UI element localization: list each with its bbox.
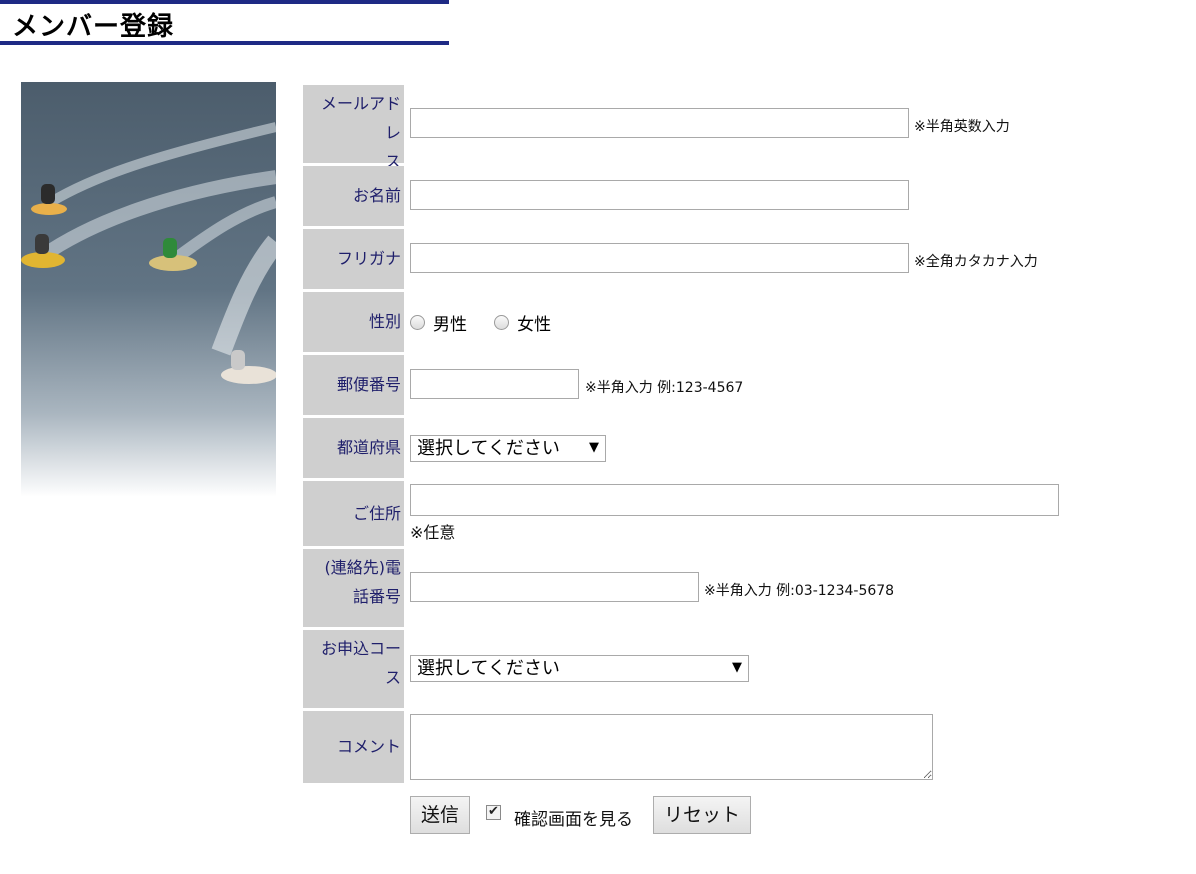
email-label: メールアドレ ス <box>303 85 404 171</box>
course-label-line1: お申込コー <box>320 639 401 658</box>
reset-button[interactable]: リセット <box>653 796 752 834</box>
page-title: メンバー登録 <box>12 12 175 42</box>
address-label: ご住所 <box>303 481 404 546</box>
check-icon: ✔ <box>488 804 499 819</box>
gender-female-radio[interactable] <box>494 315 510 330</box>
address-note: ※任意 <box>410 523 456 542</box>
postal-input[interactable] <box>410 369 579 399</box>
phone-note: ※半角入力 例:03-1234-5678 <box>704 583 895 599</box>
postal-note: ※半角入力 例:123-4567 <box>585 380 744 396</box>
comment-label: コメント <box>303 711 404 783</box>
prefecture-selected: 選択してください <box>417 438 560 459</box>
boat-race-photo <box>21 82 276 497</box>
course-label: お申込コー ス <box>303 630 404 708</box>
email-input[interactable] <box>410 108 909 138</box>
email-note: ※半角英数入力 <box>914 119 1010 135</box>
name-label: お名前 <box>303 166 404 226</box>
chevron-down-icon: ▼ <box>589 440 599 455</box>
course-label-line2: ス <box>384 668 401 687</box>
gender-label: 性別 <box>303 292 404 352</box>
gender-male-radio[interactable] <box>410 315 425 330</box>
comment-textarea[interactable] <box>410 714 933 780</box>
gender-male-label: 男性 <box>433 315 467 335</box>
page-title-bar: メンバー登録 <box>0 0 449 45</box>
chevron-down-icon: ▼ <box>732 660 742 675</box>
phone-label-line1: (連絡先)電 <box>324 558 402 577</box>
prefecture-select[interactable]: 選択してください ▼ <box>410 435 606 462</box>
course-selected: 選択してください <box>417 658 560 679</box>
gender-female-label: 女性 <box>517 315 552 335</box>
confirm-checkbox[interactable]: ✔ <box>486 805 501 820</box>
phone-label-line2: 話番号 <box>352 587 401 606</box>
email-label-line1: メールアドレ <box>320 94 401 142</box>
course-select[interactable]: 選択してください ▼ <box>410 655 749 682</box>
confirm-label: 確認画面を見る <box>514 810 633 830</box>
row-actions: 送信 ✔ 確認画面を見る リセット <box>303 796 1196 836</box>
postal-label: 郵便番号 <box>303 355 404 415</box>
gender-options: 男性 女性 <box>410 310 573 335</box>
address-input[interactable] <box>410 484 1059 516</box>
furigana-note: ※全角カタカナ入力 <box>914 254 1038 270</box>
phone-input[interactable] <box>410 572 699 602</box>
furigana-label: フリガナ <box>303 229 404 289</box>
name-input[interactable] <box>410 180 909 210</box>
phone-label: (連絡先)電 話番号 <box>303 549 404 627</box>
prefecture-label: 都道府県 <box>303 418 404 478</box>
furigana-input[interactable] <box>410 243 909 273</box>
submit-button[interactable]: 送信 <box>410 796 471 834</box>
